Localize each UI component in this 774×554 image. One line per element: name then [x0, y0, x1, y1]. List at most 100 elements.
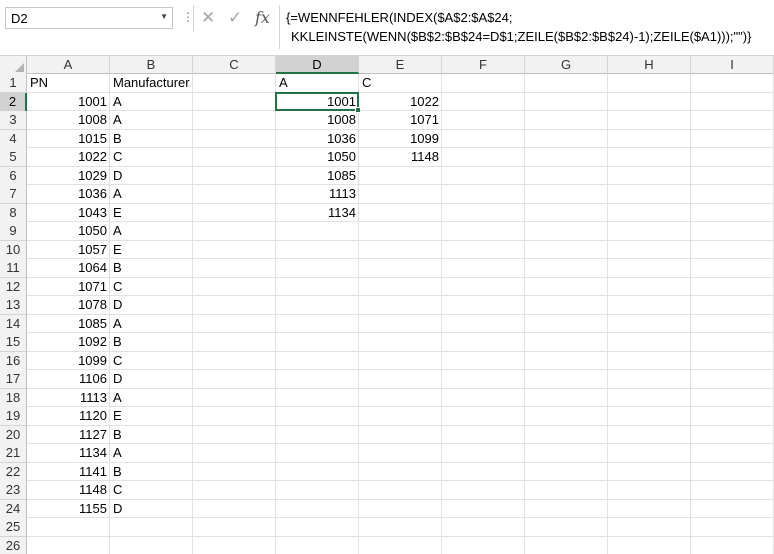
cell-a6[interactable]: 1029 [27, 167, 110, 186]
column-header-b[interactable]: B [110, 56, 193, 74]
cell-b11[interactable]: B [110, 259, 193, 278]
cell-a7[interactable]: 1036 [27, 185, 110, 204]
cell-e5[interactable]: 1148 [359, 148, 442, 167]
cell-a12[interactable]: 1071 [27, 278, 110, 297]
cell-a18[interactable]: 1113 [27, 389, 110, 408]
cell-a5[interactable]: 1022 [27, 148, 110, 167]
row-header-26[interactable]: 26 [0, 536, 27, 554]
row-header-13[interactable]: 13 [0, 296, 27, 315]
row-header-17[interactable]: 17 [0, 370, 27, 389]
chevron-down-icon[interactable]: ▼ [160, 12, 168, 21]
row-header-14[interactable]: 14 [0, 314, 27, 334]
cell-b12[interactable]: C [110, 278, 193, 297]
cell-d3[interactable]: 1008 [276, 111, 359, 130]
cell-b14[interactable]: A [110, 315, 193, 334]
cell-a24[interactable]: 1155 [27, 500, 110, 519]
row-header-5[interactable]: 5 [0, 148, 27, 167]
row-header-23[interactable]: 23 [0, 481, 27, 500]
row-header-9[interactable]: 9 [0, 222, 27, 241]
column-header-c[interactable]: C [193, 56, 276, 74]
row-header-12[interactable]: 12 [0, 277, 27, 297]
cell-a16[interactable]: 1099 [27, 352, 110, 371]
cell-a11[interactable]: 1064 [27, 259, 110, 278]
select-all-button[interactable] [0, 56, 27, 74]
cell-a9[interactable]: 1050 [27, 222, 110, 241]
cell-b7[interactable]: A [110, 185, 193, 204]
row-header-21[interactable]: 21 [0, 444, 27, 463]
row-header-19[interactable]: 19 [0, 407, 27, 426]
fill-handle[interactable] [355, 107, 361, 113]
row-header-3[interactable]: 3 [0, 111, 27, 130]
cell-b9[interactable]: A [110, 222, 193, 241]
cell-d1[interactable]: A [276, 74, 359, 93]
cell-d8[interactable]: 1134 [276, 204, 359, 223]
cell-a14[interactable]: 1085 [27, 315, 110, 334]
cell-b13[interactable]: D [110, 296, 193, 315]
row-header-1[interactable]: 1 [0, 74, 27, 93]
insert-function-icon[interactable]: fx [255, 8, 270, 27]
cell-b15[interactable]: B [110, 333, 193, 352]
row-header-6[interactable]: 6 [0, 166, 27, 186]
row-header-11[interactable]: 11 [0, 259, 27, 278]
cell-a10[interactable]: 1057 [27, 241, 110, 260]
cell-a13[interactable]: 1078 [27, 296, 110, 315]
cell-b2[interactable]: A [110, 93, 193, 112]
row-header-4[interactable]: 4 [0, 129, 27, 149]
cell-a3[interactable]: 1008 [27, 111, 110, 130]
row-header-2[interactable]: 2 [0, 92, 27, 112]
column-header-g[interactable]: G [525, 56, 608, 74]
column-header-d[interactable]: D [276, 56, 359, 74]
cell-a2[interactable]: 1001 [27, 93, 110, 112]
cell-a8[interactable]: 1043 [27, 204, 110, 223]
column-header-h[interactable]: H [608, 56, 691, 74]
cell-d5[interactable]: 1050 [276, 148, 359, 167]
cell-b16[interactable]: C [110, 352, 193, 371]
cell-a1[interactable]: PN [27, 74, 110, 93]
cell-b1[interactable]: Manufacturer [110, 74, 193, 93]
cell-a15[interactable]: 1092 [27, 333, 110, 352]
formula-input[interactable]: {=WENNFEHLER(INDEX($A$2:$A$24; KKLEINSTE… [279, 5, 774, 49]
cell-b24[interactable]: D [110, 500, 193, 519]
cell-a20[interactable]: 1127 [27, 426, 110, 445]
cell-b18[interactable]: A [110, 389, 193, 408]
cell-a21[interactable]: 1134 [27, 444, 110, 463]
cell-d6[interactable]: 1085 [276, 167, 359, 186]
row-header-18[interactable]: 18 [0, 388, 27, 408]
close-icon[interactable]: ✕ [201, 8, 215, 28]
row-header-16[interactable]: 16 [0, 351, 27, 371]
row-header-7[interactable]: 7 [0, 185, 27, 204]
name-box[interactable]: D2 ▼ [5, 7, 173, 29]
column-header-e[interactable]: E [359, 56, 442, 74]
column-header-i[interactable]: I [691, 56, 774, 74]
cell-b22[interactable]: B [110, 463, 193, 482]
cell-a23[interactable]: 1148 [27, 481, 110, 500]
cell-b19[interactable]: E [110, 407, 193, 426]
cell-d7[interactable]: 1113 [276, 185, 359, 204]
cell-a17[interactable]: 1106 [27, 370, 110, 389]
cell-b23[interactable]: C [110, 481, 193, 500]
cell-a19[interactable]: 1120 [27, 407, 110, 426]
column-header-f[interactable]: F [442, 56, 525, 74]
column-header-a[interactable]: A [27, 56, 110, 74]
cell-e3[interactable]: 1071 [359, 111, 442, 130]
check-icon[interactable]: ✓ [228, 8, 242, 28]
cell-a22[interactable]: 1141 [27, 463, 110, 482]
row-header-22[interactable]: 22 [0, 462, 27, 482]
cell-a4[interactable]: 1015 [27, 130, 110, 149]
cell-e4[interactable]: 1099 [359, 130, 442, 149]
row-header-20[interactable]: 20 [0, 425, 27, 445]
row-header-8[interactable]: 8 [0, 203, 27, 223]
cell-b8[interactable]: E [110, 204, 193, 223]
cell-b10[interactable]: E [110, 241, 193, 260]
row-header-25[interactable]: 25 [0, 518, 27, 537]
cell-e1[interactable]: C [359, 74, 442, 93]
cell-d4[interactable]: 1036 [276, 130, 359, 149]
cell-b3[interactable]: A [110, 111, 193, 130]
cell-area[interactable]: PN Manufacturer A C 1001 1008 1015 1022 1029 1036… [27, 74, 774, 554]
cell-b21[interactable]: A [110, 444, 193, 463]
cell-b17[interactable]: D [110, 370, 193, 389]
row-header-15[interactable]: 15 [0, 333, 27, 352]
cell-b5[interactable]: C [110, 148, 193, 167]
cell-e2[interactable]: 1022 [359, 93, 442, 112]
cell-b4[interactable]: B [110, 130, 193, 149]
